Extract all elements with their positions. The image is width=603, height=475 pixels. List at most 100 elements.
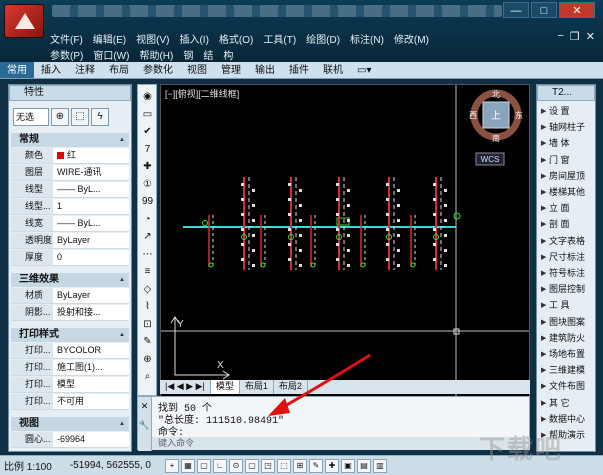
command-input[interactable]: 键入命令 <box>152 437 530 450</box>
ribbon-tab[interactable]: 插入 <box>34 62 68 78</box>
menu-item[interactable]: 绘图(D) <box>306 31 340 46</box>
drawing-viewport[interactable]: [−][俯视][二维线框] 北 西 东 南 上 WCS Y X <box>160 84 530 398</box>
status-toggle-button[interactable]: ◳ <box>261 458 275 473</box>
tool-panel-item[interactable]: ▶ 轴网柱子 <box>541 121 597 134</box>
doc-restore-button[interactable]: ❐ <box>570 30 580 43</box>
menu-item[interactable]: 帮助(H) <box>139 47 173 62</box>
status-toggle-button[interactable]: + <box>165 458 179 473</box>
select-objects-icon[interactable]: ⬚ <box>71 108 89 126</box>
ribbon-tab[interactable]: 管理 <box>214 62 248 78</box>
selection-combo[interactable]: 无选 <box>13 108 49 126</box>
tool-panel-item[interactable]: ▶ 图块图案 <box>541 316 597 329</box>
menu-item[interactable]: 工具(T) <box>263 31 296 46</box>
tool-panel-item[interactable]: ▶ 剖 面 <box>541 218 597 231</box>
dots-icon[interactable]: ⋯ <box>140 247 155 262</box>
block-icon[interactable]: ⊡ <box>140 317 155 332</box>
property-row[interactable]: 打印... 模型 <box>11 377 129 393</box>
tool-panel-item[interactable]: ▶ 符号标注 <box>541 267 597 280</box>
menu-item[interactable]: 视图(V) <box>136 31 169 46</box>
number-icon[interactable]: 7 <box>140 142 155 157</box>
property-group-header[interactable]: 打印样式 <box>11 328 129 342</box>
menu-item[interactable]: 编辑(E) <box>93 31 126 46</box>
check-icon[interactable]: ✔ <box>140 124 155 139</box>
zoom-realtime-icon[interactable]: ◉ <box>140 89 155 104</box>
line-arrow-icon[interactable]: ↗ <box>140 229 155 244</box>
property-row[interactable]: 线型 —— ByL... <box>11 182 129 198</box>
property-row[interactable]: 打印... 施工图(1)... <box>11 360 129 376</box>
tool-panel-item[interactable]: ▶ 墙 体 <box>541 137 597 150</box>
add-icon[interactable]: ✚ <box>140 159 155 174</box>
property-value[interactable]: ByLayer <box>53 233 129 248</box>
tool-panel-item[interactable]: ▶ 门 窗 <box>541 154 597 167</box>
ribbon-tab[interactable]: 联机 <box>316 62 350 78</box>
property-row[interactable]: 圆心... -69964 <box>11 432 129 448</box>
tool-panel-item[interactable]: ▶ 图层控制 <box>541 283 597 296</box>
property-value[interactable]: -69964 <box>53 432 129 447</box>
menu-item[interactable]: 钢 <box>183 47 193 62</box>
property-row[interactable]: 线宽 —— ByL... <box>11 216 129 232</box>
tool-panel-item[interactable]: ▶ 文件布图 <box>541 380 597 393</box>
property-group-header[interactable]: 常规 <box>11 133 129 147</box>
ribbon-tab[interactable]: 插件 <box>282 62 316 78</box>
property-row[interactable]: 打印... 不可用 <box>11 394 129 410</box>
ribbon-more-icon[interactable]: ▭▾ <box>350 62 378 78</box>
property-value[interactable]: 投射和接... <box>53 305 129 320</box>
property-row[interactable]: 图层 WIRE-通讯 <box>11 165 129 181</box>
property-value[interactable]: 模型 <box>53 377 129 392</box>
property-row[interactable]: 打印... BYCOLOR <box>11 343 129 359</box>
tool-panel-item[interactable]: ▶ 工 具 <box>541 299 597 312</box>
drawing-canvas[interactable]: 北 西 东 南 上 WCS Y X <box>161 85 530 398</box>
status-toggle-button[interactable]: ⊞ <box>293 458 307 473</box>
edit-icon[interactable]: ✎ <box>140 334 155 349</box>
toggle-pickadd-icon[interactable]: ⊕ <box>51 108 69 126</box>
tab-layout1[interactable]: 布局1 <box>240 380 274 394</box>
close-button[interactable]: ✕ <box>559 2 595 18</box>
status-toggle-button[interactable]: ∟ <box>213 458 227 473</box>
status-toggle-button[interactable]: ▢ <box>245 458 259 473</box>
property-value[interactable]: 1 <box>53 199 129 214</box>
property-value[interactable]: WIRE-通讯 <box>53 165 129 180</box>
tool-panel-item[interactable]: ▶ 立 面 <box>541 202 597 215</box>
scale-display[interactable]: 比例 1:100 <box>4 458 52 473</box>
property-value[interactable]: BYCOLOR <box>53 343 129 358</box>
status-toggle-button[interactable]: ▥ <box>373 458 387 473</box>
doc-close-button[interactable]: ✕ <box>586 30 595 43</box>
property-row[interactable]: 透明度 ByLayer <box>11 233 129 249</box>
drawing-geometry[interactable] <box>183 177 461 270</box>
status-toggle-button[interactable]: ▣ <box>341 458 355 473</box>
plus-circle-icon[interactable]: ⊕ <box>140 352 155 367</box>
property-group-header[interactable]: 视图 <box>11 417 129 431</box>
ribbon-tab[interactable]: 视图 <box>180 62 214 78</box>
tool-panel-item[interactable]: ▶ 设 置 <box>541 105 597 118</box>
minimize-button[interactable]: — <box>503 2 529 18</box>
tool-panel-item[interactable]: ▶ 建筑防火 <box>541 332 597 345</box>
tool-panel-item[interactable]: ▶ 楼梯其他 <box>541 186 597 199</box>
status-toggle-button[interactable]: ▢ <box>197 458 211 473</box>
property-row[interactable]: 厚度 0 <box>11 250 129 266</box>
menu-item[interactable]: 修改(M) <box>394 31 429 46</box>
ribbon-tab[interactable]: 注释 <box>68 62 102 78</box>
quote-icon[interactable]: 99 <box>140 194 155 209</box>
app-menu-button[interactable] <box>4 4 44 38</box>
zoom-icon[interactable]: ⌕ <box>140 369 155 384</box>
rectangle-icon[interactable]: ▭ <box>140 107 155 122</box>
layout-nav-buttons[interactable]: |◀ ◀ ▶ ▶| <box>160 380 211 394</box>
property-row[interactable]: 材质 ByLayer <box>11 288 129 304</box>
property-row[interactable]: 颜色 红 <box>11 148 129 164</box>
tool-panel-item[interactable]: ▶ 场地布置 <box>541 348 597 361</box>
status-toggle-button[interactable]: ▦ <box>181 458 195 473</box>
ribbon-tab[interactable]: 常用 <box>0 62 34 78</box>
tool-panel-item[interactable]: ▶ 房间屋顶 <box>541 170 597 183</box>
menu-item[interactable]: 格式(O) <box>219 31 253 46</box>
property-value[interactable]: ByLayer <box>53 288 129 303</box>
property-value[interactable]: 不可用 <box>53 394 129 409</box>
doc-minimize-button[interactable]: − <box>557 30 563 43</box>
ribbon-tab[interactable]: 布局 <box>102 62 136 78</box>
circle-number-icon[interactable]: ① <box>140 177 155 192</box>
tool-panel-item[interactable]: ▶ 尺寸标注 <box>541 251 597 264</box>
property-value[interactable]: —— ByL... <box>53 182 129 197</box>
status-toggle-button[interactable]: ⬚ <box>277 458 291 473</box>
tab-model[interactable]: 模型 <box>210 380 240 394</box>
ribbon-tab[interactable]: 参数化 <box>136 62 180 78</box>
pie-icon[interactable]: ◔ <box>140 212 155 227</box>
